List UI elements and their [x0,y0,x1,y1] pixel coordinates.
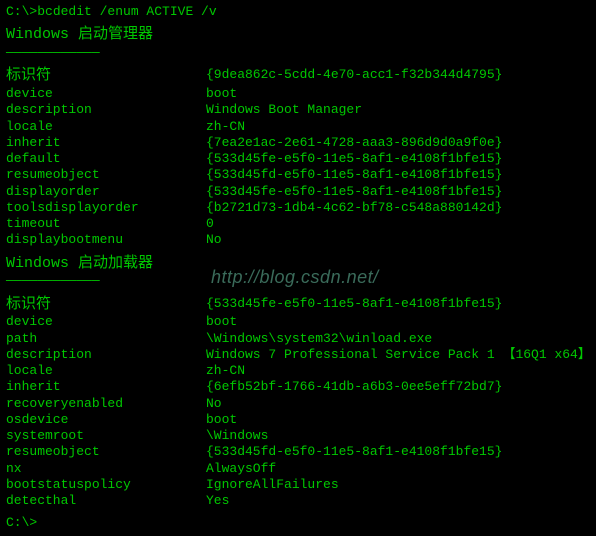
identifier-label: 标识符 [6,296,206,315]
command-line: C:\>bcdedit /enum ACTIVE /v [6,4,590,20]
identifier-label: 标识符 [6,67,206,86]
property-value: IgnoreAllFailures [206,477,590,493]
property-row: localezh-CN [6,119,590,135]
property-row: detecthalYes [6,493,590,509]
property-row: deviceboot [6,314,590,330]
property-value: AlwaysOff [206,461,590,477]
property-value: No [206,396,590,412]
property-value: zh-CN [206,363,590,379]
identifier-row: 标识符 {533d45fe-e5f0-11e5-8af1-e4108f1bfe1… [6,296,590,315]
property-value: 0 [206,216,590,232]
property-value: {7ea2e1ac-2e61-4728-aaa3-896d9d0a9f0e} [206,135,590,151]
property-row: descriptionWindows 7 Professional Servic… [6,347,590,363]
property-key: systemroot [6,428,206,444]
property-row: descriptionWindows Boot Manager [6,102,590,118]
property-key: timeout [6,216,206,232]
identifier-value: {533d45fe-e5f0-11e5-8af1-e4108f1bfe15} [206,296,590,315]
property-row: localezh-CN [6,363,590,379]
boot-manager-heading: Windows 启动管理器 [6,26,590,45]
property-row: timeout0 [6,216,590,232]
property-key: toolsdisplayorder [6,200,206,216]
property-key: inherit [6,135,206,151]
property-value: {b2721d73-1db4-4c62-bf78-c548a880142d} [206,200,590,216]
property-key: detecthal [6,493,206,509]
heading-underline: ———————————— [6,273,590,289]
prompt: C:\> [6,4,37,19]
property-row: default{533d45fe-e5f0-11e5-8af1-e4108f1b… [6,151,590,167]
property-value: \Windows\system32\winload.exe [206,331,590,347]
property-row: path\Windows\system32\winload.exe [6,331,590,347]
property-value: No [206,232,590,248]
property-key: locale [6,363,206,379]
property-row: inherit{7ea2e1ac-2e61-4728-aaa3-896d9d0a… [6,135,590,151]
property-row: toolsdisplayorder{b2721d73-1db4-4c62-bf7… [6,200,590,216]
property-key: osdevice [6,412,206,428]
property-key: device [6,314,206,330]
property-value: Windows 7 Professional Service Pack 1 【1… [206,347,591,363]
property-key: default [6,151,206,167]
property-row: recoveryenabledNo [6,396,590,412]
property-key: description [6,347,206,363]
identifier-row: 标识符 {9dea862c-5cdd-4e70-acc1-f32b344d479… [6,67,590,86]
boot-loader-heading: Windows 启动加载器 [6,255,590,274]
property-value: boot [206,314,590,330]
property-row: inherit{6efb52bf-1766-41db-a6b3-0ee5eff7… [6,379,590,395]
property-value: Yes [206,493,590,509]
property-key: resumeobject [6,444,206,460]
property-key: inherit [6,379,206,395]
property-row: resumeobject{533d45fd-e5f0-11e5-8af1-e41… [6,167,590,183]
property-value: boot [206,412,590,428]
property-key: displayorder [6,184,206,200]
property-value: {6efb52bf-1766-41db-a6b3-0ee5eff72bd7} [206,379,590,395]
property-row: systemroot\Windows [6,428,590,444]
property-key: displaybootmenu [6,232,206,248]
property-value: {533d45fe-e5f0-11e5-8af1-e4108f1bfe15} [206,184,590,200]
identifier-value: {9dea862c-5cdd-4e70-acc1-f32b344d4795} [206,67,590,86]
property-key: device [6,86,206,102]
property-value: Windows Boot Manager [206,102,590,118]
property-row: osdeviceboot [6,412,590,428]
property-row: resumeobject{533d45fd-e5f0-11e5-8af1-e41… [6,444,590,460]
property-row: displayorder{533d45fe-e5f0-11e5-8af1-e41… [6,184,590,200]
heading-underline: ———————————— [6,45,590,61]
property-value: {533d45fe-e5f0-11e5-8af1-e4108f1bfe15} [206,151,590,167]
property-row: bootstatuspolicyIgnoreAllFailures [6,477,590,493]
property-row: nxAlwaysOff [6,461,590,477]
property-key: description [6,102,206,118]
property-value: boot [206,86,590,102]
property-key: resumeobject [6,167,206,183]
property-key: locale [6,119,206,135]
property-key: path [6,331,206,347]
command-text: bcdedit /enum ACTIVE /v [37,4,216,19]
property-key: bootstatuspolicy [6,477,206,493]
property-value: {533d45fd-e5f0-11e5-8af1-e4108f1bfe15} [206,444,590,460]
property-value: {533d45fd-e5f0-11e5-8af1-e4108f1bfe15} [206,167,590,183]
property-key: recoveryenabled [6,396,206,412]
property-value: \Windows [206,428,590,444]
end-prompt[interactable]: C:\> [6,515,590,531]
property-value: zh-CN [206,119,590,135]
property-key: nx [6,461,206,477]
property-row: deviceboot [6,86,590,102]
property-row: displaybootmenuNo [6,232,590,248]
